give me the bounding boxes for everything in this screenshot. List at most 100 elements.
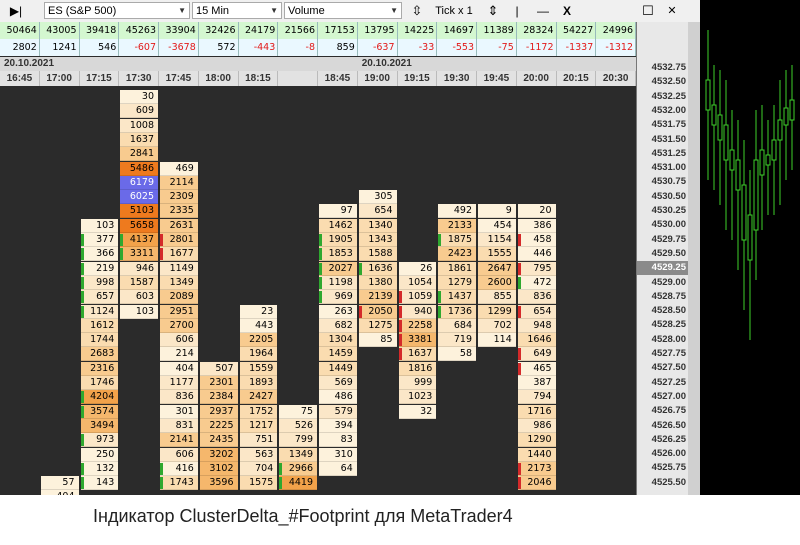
footprint-cell[interactable]: 446: [517, 247, 556, 262]
footprint-cell[interactable]: 1449: [319, 361, 357, 376]
footprint-cell[interactable]: 795: [517, 261, 556, 276]
footprint-cell[interactable]: 2841: [120, 147, 158, 162]
footprint-cell[interactable]: 1716: [517, 404, 556, 419]
footprint-cell[interactable]: 2427: [239, 390, 278, 405]
footprint-cell[interactable]: 986: [517, 418, 556, 433]
footprint-cell[interactable]: 1217: [239, 418, 278, 433]
footprint-cell[interactable]: 4204: [80, 390, 119, 405]
tick-multiplier[interactable]: Tick x 1: [430, 2, 478, 19]
footprint-cell[interactable]: 6025: [120, 190, 158, 205]
play-end-icon[interactable]: ▶|: [6, 2, 26, 19]
footprint-cell[interactable]: 998: [80, 275, 119, 290]
footprint-cell[interactable]: 2951: [160, 304, 198, 319]
footprint-cell[interactable]: 2089: [160, 290, 198, 305]
footprint-cell[interactable]: 6179: [120, 175, 158, 190]
footprint-cell[interactable]: 657: [80, 290, 119, 305]
footprint-cell[interactable]: 1054: [398, 275, 437, 290]
footprint-cell[interactable]: 2046: [517, 476, 556, 491]
footprint-cell[interactable]: 386: [517, 218, 556, 233]
footprint-cell[interactable]: 469: [160, 161, 198, 176]
footprint-cell[interactable]: 836: [160, 390, 198, 405]
footprint-cell[interactable]: 1559: [239, 361, 278, 376]
time-label[interactable]: 19:00: [358, 71, 398, 86]
footprint-cell[interactable]: 143: [80, 476, 119, 491]
footprint-cell[interactable]: 2309: [160, 190, 198, 205]
footprint-cell[interactable]: 2225: [199, 418, 238, 433]
footprint-cell[interactable]: 569: [319, 376, 357, 390]
footprint-cell[interactable]: 30: [120, 90, 158, 104]
footprint-cell[interactable]: 579: [319, 404, 357, 419]
footprint-cell[interactable]: 2258: [398, 318, 437, 333]
minimize-button[interactable]: —: [534, 2, 552, 19]
time-label[interactable]: 20:30: [596, 71, 636, 86]
footprint-cell[interactable]: 57: [40, 476, 79, 491]
footprint-cell[interactable]: 799: [279, 433, 317, 448]
footprint-cell[interactable]: 1349: [279, 447, 317, 462]
time-label[interactable]: 18:00: [199, 71, 239, 86]
footprint-cell[interactable]: 855: [478, 290, 516, 305]
footprint-cell[interactable]: 1612: [80, 318, 119, 333]
footprint-cell[interactable]: 1299: [478, 304, 516, 319]
footprint-cell[interactable]: 1349: [160, 275, 198, 290]
footprint-cell[interactable]: 2027: [319, 261, 357, 276]
time-label[interactable]: 20:15: [557, 71, 597, 86]
time-label[interactable]: 18:15: [239, 71, 279, 86]
footprint-cell[interactable]: 2050: [358, 304, 397, 319]
footprint-cell[interactable]: 507: [199, 361, 238, 376]
footprint-cell[interactable]: 2384: [199, 390, 238, 405]
footprint-cell[interactable]: 1290: [517, 433, 556, 448]
footprint-cell[interactable]: 1380: [358, 275, 397, 290]
footprint-cell[interactable]: 563: [239, 447, 278, 462]
footprint-cell[interactable]: 5103: [120, 204, 158, 219]
footprint-cell[interactable]: 2141: [160, 433, 198, 448]
footprint-cell[interactable]: 5486: [120, 161, 158, 176]
footprint-cell[interactable]: 3574: [80, 404, 119, 419]
footprint-cell[interactable]: 1124: [80, 304, 119, 319]
footprint-cell[interactable]: 1677: [160, 247, 198, 262]
footprint-cell[interactable]: 2133: [438, 218, 476, 233]
footprint-cell[interactable]: 794: [517, 390, 556, 405]
footprint-cell[interactable]: 606: [160, 333, 198, 348]
footprint-cell[interactable]: 486: [319, 390, 357, 405]
footprint-cell[interactable]: 1743: [160, 476, 198, 491]
footprint-cell[interactable]: 416: [160, 461, 198, 476]
footprint-cell[interactable]: 3381: [398, 333, 437, 348]
footprint-cell[interactable]: 526: [279, 418, 317, 433]
mode-select[interactable]: Volume ▼: [284, 2, 402, 19]
collapse-vertical-icon[interactable]: ⇕: [484, 2, 502, 19]
footprint-cell[interactable]: 654: [517, 304, 556, 319]
footprint-cell[interactable]: 377: [80, 233, 119, 247]
footprint-cell[interactable]: 2205: [239, 333, 278, 348]
footprint-cell[interactable]: 263: [319, 304, 357, 319]
time-label[interactable]: 17:45: [159, 71, 199, 86]
footprint-cell[interactable]: 2173: [517, 461, 556, 476]
footprint-cell[interactable]: 1875: [438, 233, 476, 247]
footprint-cell[interactable]: 1736: [438, 304, 476, 319]
footprint-cell[interactable]: 831: [160, 418, 198, 433]
footprint-cell[interactable]: 83: [319, 433, 357, 448]
footprint-cell[interactable]: 214: [160, 347, 198, 362]
time-label[interactable]: 18:45: [318, 71, 358, 86]
footprint-cell[interactable]: 472: [517, 275, 556, 290]
footprint-cell[interactable]: 2700: [160, 318, 198, 333]
footprint-cell[interactable]: 394: [319, 418, 357, 433]
footprint-cell[interactable]: 1008: [120, 118, 158, 133]
footprint-cell[interactable]: 1275: [358, 318, 397, 333]
timeframe-select[interactable]: 15 Min ▼: [192, 2, 282, 19]
footprint-cell[interactable]: 1853: [319, 247, 357, 262]
footprint-cell[interactable]: 1440: [517, 447, 556, 462]
footprint-cell[interactable]: 4137: [120, 233, 158, 247]
footprint-cell[interactable]: 387: [517, 376, 556, 390]
footprint-cell[interactable]: 3311: [120, 247, 158, 262]
footprint-cell[interactable]: 5658: [120, 218, 158, 233]
footprint-cell[interactable]: 1575: [239, 476, 278, 491]
footprint-cell[interactable]: 1340: [358, 218, 397, 233]
footprint-cell[interactable]: 682: [319, 318, 357, 333]
footprint-cell[interactable]: 948: [517, 318, 556, 333]
footprint-cell[interactable]: 1646: [517, 333, 556, 348]
footprint-cell[interactable]: 1905: [319, 233, 357, 247]
time-label[interactable]: 19:30: [437, 71, 477, 86]
time-label[interactable]: [278, 71, 318, 86]
footprint-cell[interactable]: 1437: [438, 290, 476, 305]
footprint-cell[interactable]: 2647: [478, 261, 516, 276]
